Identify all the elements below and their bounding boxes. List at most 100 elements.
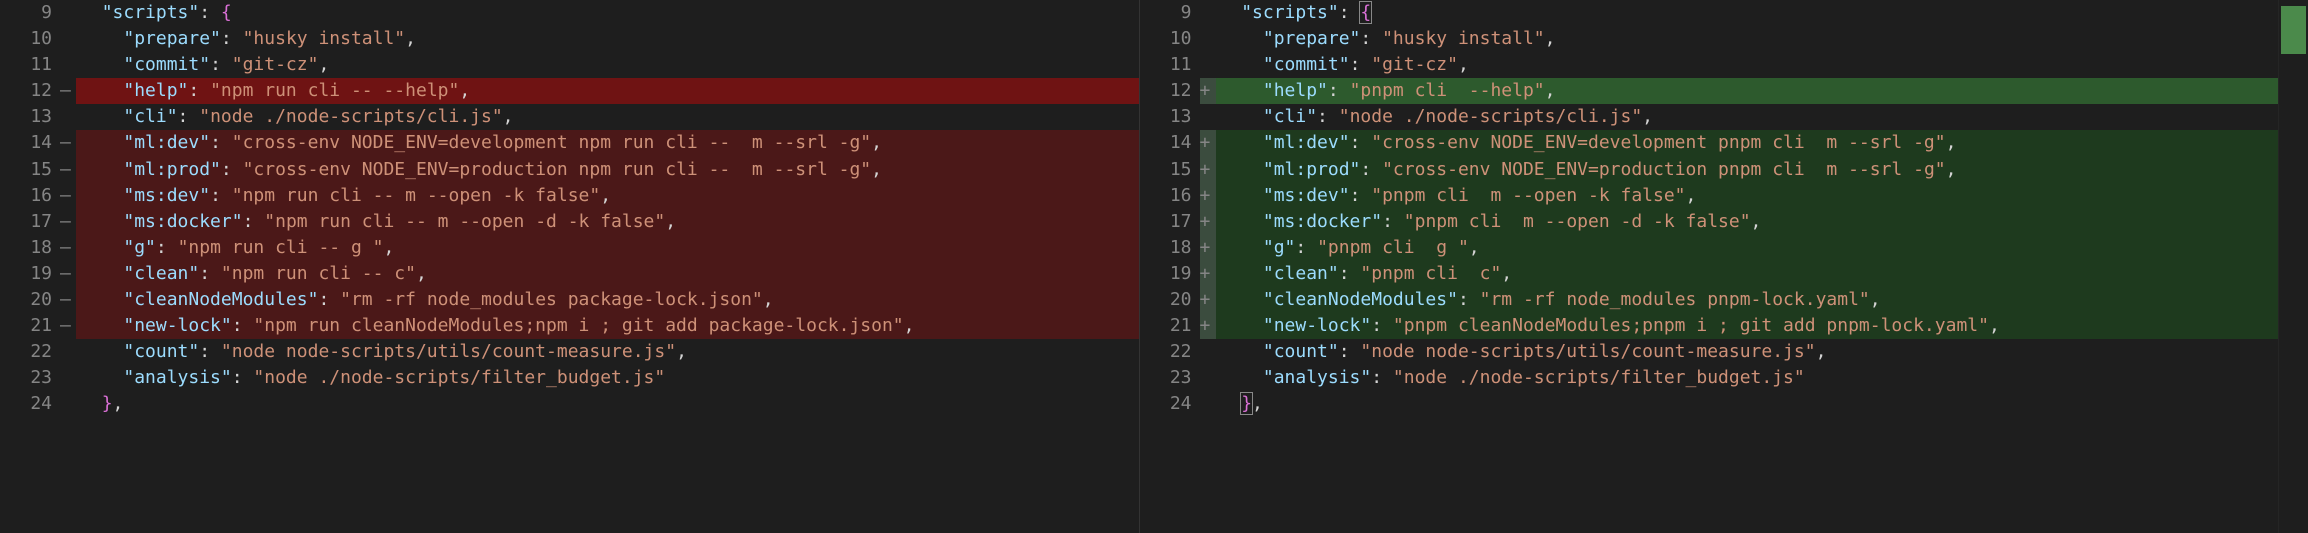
code-line[interactable]: 10 "prepare": "husky install", (0, 26, 1139, 52)
code-line[interactable]: 19— "clean": "npm run cli -- c", (0, 261, 1139, 287)
line-number: 19 (1140, 261, 1200, 287)
line-number: 15 (1140, 157, 1200, 183)
minimap[interactable] (2278, 0, 2308, 533)
code-line[interactable]: 20+ "cleanNodeModules": "rm -rf node_mod… (1140, 287, 2279, 313)
code-line[interactable]: 15— "ml:prod": "cross-env NODE_ENV=produ… (0, 157, 1139, 183)
line-number: 12 (0, 78, 60, 104)
code-line[interactable]: 20— "cleanNodeModules": "rm -rf node_mod… (0, 287, 1139, 313)
diff-added-icon: + (1200, 287, 1216, 313)
code-content: "cli": "node ./node-scripts/cli.js", (1216, 104, 2279, 130)
code-content: "g": "npm run cli -- g ", (76, 235, 1139, 261)
line-number: 19 (0, 261, 60, 287)
code-line[interactable]: 12— "help": "npm run cli -- --help", (0, 78, 1139, 104)
line-number: 17 (1140, 209, 1200, 235)
code-content: "commit": "git-cz", (76, 52, 1139, 78)
line-number: 11 (0, 52, 60, 78)
line-number: 20 (1140, 287, 1200, 313)
line-number: 16 (1140, 183, 1200, 209)
line-number: 11 (1140, 52, 1200, 78)
diff-added-icon: + (1200, 130, 1216, 156)
line-number: 9 (1140, 0, 1200, 26)
code-line[interactable]: 11 "commit": "git-cz", (0, 52, 1139, 78)
code-line[interactable]: 12+ "help": "pnpm cli --help", (1140, 78, 2279, 104)
code-content: "ms:dev": "pnpm cli m --open -k false", (1216, 183, 2279, 209)
line-number: 13 (0, 104, 60, 130)
code-line[interactable]: 10 "prepare": "husky install", (1140, 26, 2279, 52)
diff-removed-icon: — (60, 287, 76, 313)
diff-pane-modified[interactable]: 9 "scripts": {10 "prepare": "husky insta… (1140, 0, 2279, 533)
code-line[interactable]: 9 "scripts": { (0, 0, 1139, 26)
code-content: "clean": "pnpm cli c", (1216, 261, 2279, 287)
diff-removed-icon: — (60, 130, 76, 156)
code-content: }, (1216, 391, 2279, 417)
code-line[interactable]: 18— "g": "npm run cli -- g ", (0, 235, 1139, 261)
line-number: 20 (0, 287, 60, 313)
line-number: 22 (0, 339, 60, 365)
code-line[interactable]: 24 }, (1140, 391, 2279, 417)
code-content: "count": "node node-scripts/utils/count-… (76, 339, 1139, 365)
line-number: 22 (1140, 339, 1200, 365)
code-line[interactable]: 22 "count": "node node-scripts/utils/cou… (1140, 339, 2279, 365)
code-line[interactable]: 15+ "ml:prod": "cross-env NODE_ENV=produ… (1140, 157, 2279, 183)
code-content: "analysis": "node ./node-scripts/filter_… (76, 365, 1139, 391)
line-number: 24 (0, 391, 60, 417)
code-line[interactable]: 23 "analysis": "node ./node-scripts/filt… (1140, 365, 2279, 391)
code-line[interactable]: 19+ "clean": "pnpm cli c", (1140, 261, 2279, 287)
code-line[interactable]: 11 "commit": "git-cz", (1140, 52, 2279, 78)
code-content: "ml:dev": "cross-env NODE_ENV=developmen… (1216, 130, 2279, 156)
diff-removed-icon: — (60, 261, 76, 287)
code-line[interactable]: 13 "cli": "node ./node-scripts/cli.js", (0, 104, 1139, 130)
code-content: "scripts": { (76, 0, 1139, 26)
code-content: "help": "pnpm cli --help", (1216, 78, 2279, 104)
line-number: 18 (1140, 235, 1200, 261)
code-line[interactable]: 9 "scripts": { (1140, 0, 2279, 26)
line-number: 12 (1140, 78, 1200, 104)
code-content: "prepare": "husky install", (1216, 26, 2279, 52)
code-content: "ms:docker": "pnpm cli m --open -d -k fa… (1216, 209, 2279, 235)
code-line[interactable]: 18+ "g": "pnpm cli g ", (1140, 235, 2279, 261)
line-number: 21 (0, 313, 60, 339)
diff-added-icon: + (1200, 78, 1216, 104)
diff-removed-icon: — (60, 78, 76, 104)
diff-added-icon: + (1200, 157, 1216, 183)
diff-added-icon: + (1200, 261, 1216, 287)
code-line[interactable]: 21— "new-lock": "npm run cleanNodeModule… (0, 313, 1139, 339)
code-line[interactable]: 16+ "ms:dev": "pnpm cli m --open -k fals… (1140, 183, 2279, 209)
diff-removed-icon: — (60, 209, 76, 235)
code-content: "count": "node node-scripts/utils/count-… (1216, 339, 2279, 365)
code-line[interactable]: 22 "count": "node node-scripts/utils/cou… (0, 339, 1139, 365)
code-content: "ms:docker": "npm run cli -- m --open -d… (76, 209, 1139, 235)
code-line[interactable]: 23 "analysis": "node ./node-scripts/filt… (0, 365, 1139, 391)
diff-removed-icon: — (60, 157, 76, 183)
code-line[interactable]: 14+ "ml:dev": "cross-env NODE_ENV=develo… (1140, 130, 2279, 156)
code-line[interactable]: 14— "ml:dev": "cross-env NODE_ENV=develo… (0, 130, 1139, 156)
line-number: 17 (0, 209, 60, 235)
code-content: "commit": "git-cz", (1216, 52, 2279, 78)
code-content: "cleanNodeModules": "rm -rf node_modules… (1216, 287, 2279, 313)
diff-removed-icon: — (60, 235, 76, 261)
line-number: 10 (1140, 26, 1200, 52)
line-number: 21 (1140, 313, 1200, 339)
diff-added-icon: + (1200, 313, 1216, 339)
code-content: "ms:dev": "npm run cli -- m --open -k fa… (76, 183, 1139, 209)
code-line[interactable]: 17— "ms:docker": "npm run cli -- m --ope… (0, 209, 1139, 235)
code-content: "help": "npm run cli -- --help", (76, 78, 1139, 104)
line-number: 9 (0, 0, 60, 26)
code-content: "prepare": "husky install", (76, 26, 1139, 52)
code-content: "ml:prod": "cross-env NODE_ENV=productio… (1216, 157, 2279, 183)
code-content: }, (76, 391, 1139, 417)
line-number: 23 (0, 365, 60, 391)
diff-added-icon: + (1200, 235, 1216, 261)
line-number: 10 (0, 26, 60, 52)
code-line[interactable]: 24 }, (0, 391, 1139, 417)
diff-added-icon: + (1200, 209, 1216, 235)
code-content: "new-lock": "pnpm cleanNodeModules;pnpm … (1216, 313, 2279, 339)
code-line[interactable]: 17+ "ms:docker": "pnpm cli m --open -d -… (1140, 209, 2279, 235)
line-number: 14 (0, 130, 60, 156)
diff-pane-original[interactable]: 9 "scripts": {10 "prepare": "husky insta… (0, 0, 1140, 533)
code-content: "ml:prod": "cross-env NODE_ENV=productio… (76, 157, 1139, 183)
code-line[interactable]: 13 "cli": "node ./node-scripts/cli.js", (1140, 104, 2279, 130)
code-line[interactable]: 21+ "new-lock": "pnpm cleanNodeModules;p… (1140, 313, 2279, 339)
code-line[interactable]: 16— "ms:dev": "npm run cli -- m --open -… (0, 183, 1139, 209)
code-content: "g": "pnpm cli g ", (1216, 235, 2279, 261)
